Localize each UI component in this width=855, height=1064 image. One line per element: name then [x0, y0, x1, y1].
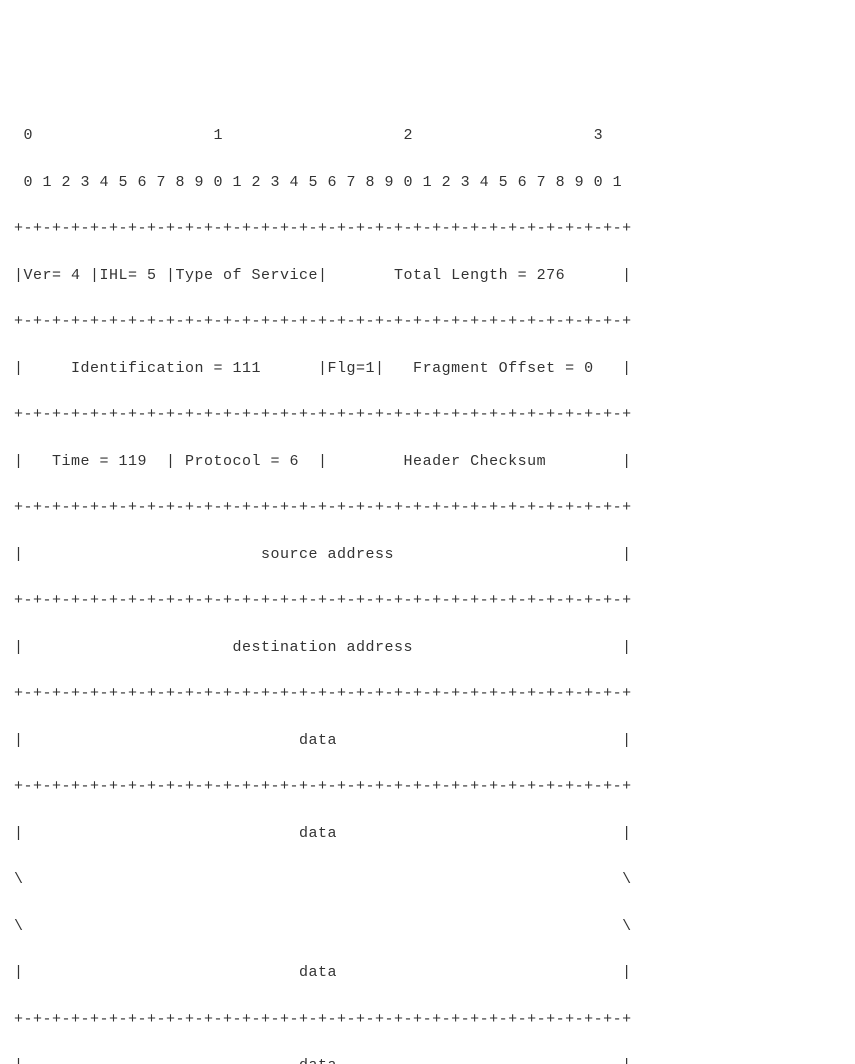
separator: +-+-+-+-+-+-+-+-+-+-+-+-+-+-+-+-+-+-+-+-… [14, 217, 841, 240]
separator: +-+-+-+-+-+-+-+-+-+-+-+-+-+-+-+-+-+-+-+-… [14, 682, 841, 705]
row-destination-address: | destination address | [14, 636, 841, 659]
separator: +-+-+-+-+-+-+-+-+-+-+-+-+-+-+-+-+-+-+-+-… [14, 310, 841, 333]
separator: +-+-+-+-+-+-+-+-+-+-+-+-+-+-+-+-+-+-+-+-… [14, 403, 841, 426]
row-ver-ihl-tos-totallength: |Ver= 4 |IHL= 5 |Type of Service| Total … [14, 264, 841, 287]
row-data: | data | [14, 822, 841, 845]
separator: +-+-+-+-+-+-+-+-+-+-+-+-+-+-+-+-+-+-+-+-… [14, 589, 841, 612]
row-data: | data | [14, 1054, 841, 1064]
row-source-address: | source address | [14, 543, 841, 566]
row-data: | data | [14, 961, 841, 984]
separator: +-+-+-+-+-+-+-+-+-+-+-+-+-+-+-+-+-+-+-+-… [14, 775, 841, 798]
row-continuation-slash: \ \ [14, 868, 841, 891]
row-identification-flags-fragoffset: | Identification = 111 |Flg=1| Fragment … [14, 357, 841, 380]
row-data: | data | [14, 729, 841, 752]
bit-ruler-tens: 0 1 2 3 [14, 124, 841, 147]
separator: +-+-+-+-+-+-+-+-+-+-+-+-+-+-+-+-+-+-+-+-… [14, 1008, 841, 1031]
separator: +-+-+-+-+-+-+-+-+-+-+-+-+-+-+-+-+-+-+-+-… [14, 496, 841, 519]
bit-ruler-units: 0 1 2 3 4 5 6 7 8 9 0 1 2 3 4 5 6 7 8 9 … [14, 171, 841, 194]
ip-header-ascii-diagram: 0 1 2 3 0 1 2 3 4 5 6 7 8 9 0 1 2 3 4 5 … [14, 101, 841, 1064]
row-continuation-slash: \ \ [14, 915, 841, 938]
row-ttl-protocol-checksum: | Time = 119 | Protocol = 6 | Header Che… [14, 450, 841, 473]
